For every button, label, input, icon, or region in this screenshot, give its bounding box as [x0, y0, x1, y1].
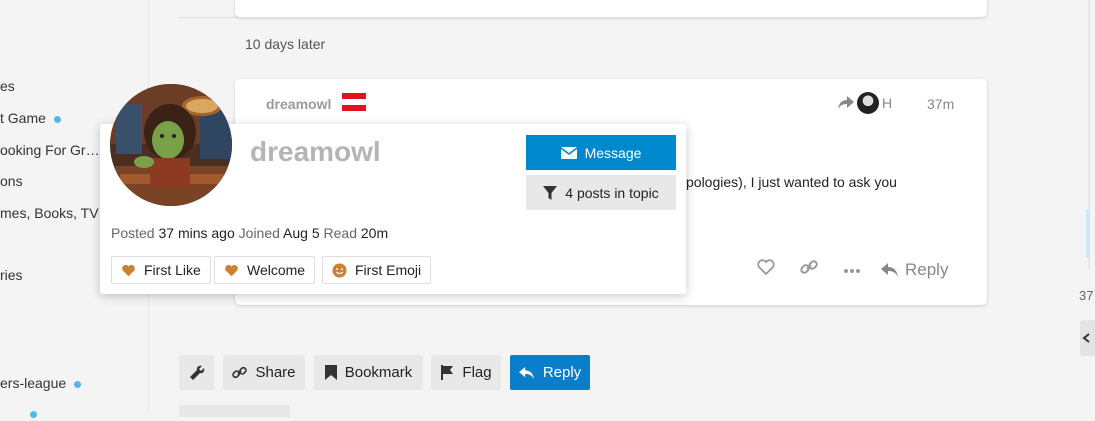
unread-dot [53, 115, 61, 123]
timeline-back-button[interactable] [1080, 320, 1095, 356]
reply-button[interactable]: Reply [510, 355, 590, 390]
sidebar-item[interactable] [0, 405, 37, 421]
heart-icon [225, 264, 238, 276]
sidebar-item[interactable]: ooking For Gr… [0, 142, 100, 158]
sidebar-item[interactable]: ons [0, 173, 23, 189]
share-button[interactable]: Share [223, 355, 305, 390]
divider [179, 17, 239, 18]
more-button[interactable] [843, 261, 863, 279]
admin-wrench-button[interactable] [179, 355, 214, 390]
bookmark-label: Bookmark [344, 364, 413, 381]
sidebar-item-label: mes, Books, TV [0, 205, 99, 221]
link-icon [232, 366, 248, 379]
timeline-handle[interactable] [1086, 210, 1090, 258]
posted-value: 37 mins ago [158, 225, 235, 241]
badge-label: Welcome [247, 262, 306, 278]
flag-icon [342, 93, 366, 111]
badge-first-emoji[interactable]: First Emoji [322, 256, 432, 284]
envelope-icon [560, 146, 577, 159]
message-button[interactable]: Message [526, 135, 676, 170]
unread-dot [30, 410, 37, 418]
sidebar-item-label: ries [0, 267, 23, 283]
copy-link-button[interactable] [800, 258, 820, 281]
sidebar-item-label: es [0, 78, 15, 94]
sidebar-item-label: ooking For Gr… [0, 142, 100, 158]
flag-outline-icon [441, 365, 454, 380]
badge-label: First Emoji [355, 262, 422, 278]
posts-in-topic-label: 4 posts in topic [565, 184, 659, 201]
sidebar-item[interactable]: mes, Books, TV [0, 205, 99, 221]
joined-value: Aug 5 [283, 225, 320, 241]
bookmark-button[interactable]: Bookmark [314, 355, 423, 390]
sidebar-item[interactable]: t Game [0, 110, 61, 126]
message-label: Message [584, 144, 642, 161]
filter-icon [543, 185, 558, 200]
post-reply-label: Reply [905, 259, 949, 279]
avatar[interactable] [110, 84, 232, 206]
badge-first-like[interactable]: First Like [111, 256, 211, 284]
badge-welcome[interactable]: Welcome [214, 256, 316, 284]
bookmark-icon [324, 365, 337, 380]
read-label: Read [323, 225, 357, 241]
post-time[interactable]: 37m [927, 96, 954, 112]
flag-label: Flag [462, 364, 492, 381]
avatar-image [110, 84, 232, 206]
previous-post [235, 0, 987, 17]
sidebar-item-label: t Game [0, 110, 46, 126]
heart-icon [757, 259, 775, 276]
link-icon [800, 260, 818, 274]
sidebar-item[interactable]: ers-league [0, 375, 82, 391]
user-card-meta: Posted 37 mins ago Joined Aug 5 Read 20m [111, 225, 388, 241]
posts-in-topic-button[interactable]: 4 posts in topic [526, 175, 676, 210]
share-arrow-icon [838, 96, 854, 109]
post-username[interactable]: dreamowl [266, 96, 331, 112]
ellipsis-icon [844, 268, 860, 273]
timeline-date: 37 [1079, 288, 1094, 303]
reply-icon [518, 366, 534, 379]
heart-icon [122, 264, 135, 276]
avatar [857, 92, 879, 114]
posted-label: Posted [111, 225, 155, 241]
smile-icon [332, 262, 347, 278]
read-value: 20m [360, 225, 389, 241]
badge-label: First Like [144, 262, 201, 278]
wrench-icon [189, 365, 204, 380]
post-actions: Reply [757, 258, 948, 281]
post-body: pologies), I just wanted to ask you [686, 174, 897, 190]
reply-to-initial: H [882, 95, 893, 111]
post-reply-button[interactable]: Reply [881, 260, 948, 280]
sidebar-item-label: ers-league [0, 375, 67, 391]
share-label: Share [255, 364, 296, 381]
sidebar-item[interactable]: es [0, 78, 15, 94]
chevron-left-icon [1082, 333, 1090, 343]
sidebar-item-label: ons [0, 173, 23, 189]
flag-button[interactable]: Flag [431, 355, 501, 390]
reply-icon [881, 262, 898, 277]
reply-label: Reply [542, 364, 582, 381]
notification-button[interactable] [179, 405, 290, 417]
unread-dot [74, 380, 82, 388]
sidebar-item[interactable]: ries [0, 267, 23, 283]
user-card-name[interactable]: dreamowl [250, 136, 381, 168]
like-button[interactable] [757, 259, 777, 280]
time-gap: 10 days later [245, 36, 326, 52]
reply-to[interactable]: H [838, 92, 892, 114]
joined-label: Joined [238, 225, 280, 241]
